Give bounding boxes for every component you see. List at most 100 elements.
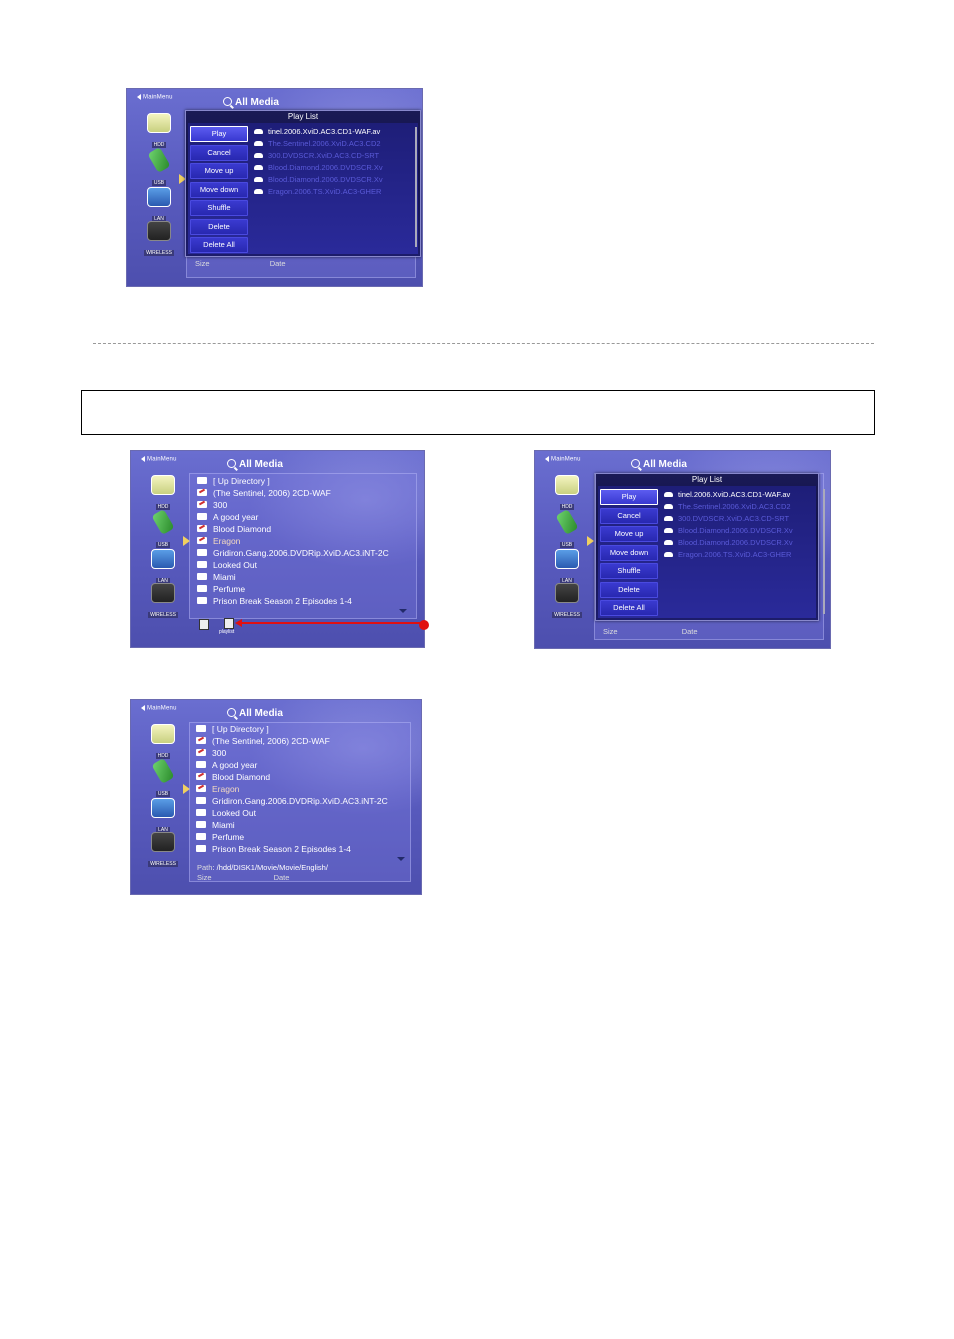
list-item[interactable]: Eragon bbox=[197, 535, 389, 547]
list-item[interactable]: Blood Diamond bbox=[197, 523, 389, 535]
playlist-item[interactable]: Blood.Diamond.2006.DVDSCR.Xv bbox=[662, 537, 793, 549]
delete-all-button[interactable]: Delete All bbox=[600, 600, 658, 616]
device-lan[interactable]: LAN bbox=[145, 549, 181, 587]
list-item-label: Miami bbox=[213, 572, 236, 582]
playlist-icon[interactable] bbox=[224, 618, 234, 629]
cancel-button[interactable]: Cancel bbox=[600, 507, 658, 524]
playlist-popup: Play List Play Cancel Move up Move down … bbox=[185, 110, 421, 257]
playlist-item[interactable]: Eragon.2006.TS.XviD.AC3-GHER bbox=[252, 186, 383, 198]
device-wireless[interactable]: WIRELESS bbox=[549, 583, 585, 621]
playlist-item[interactable]: tinel.2006.XviD.AC3.CD1-WAF.av bbox=[662, 489, 793, 501]
move-down-button[interactable]: Move down bbox=[600, 544, 658, 561]
playlist-item[interactable]: tinel.2006.XviD.AC3.CD1-WAF.av bbox=[252, 126, 383, 138]
play-button[interactable]: Play bbox=[600, 489, 658, 505]
section-divider bbox=[93, 343, 874, 344]
list-item[interactable]: 300 bbox=[196, 747, 388, 759]
list-item[interactable]: Eragon bbox=[196, 783, 388, 795]
list-item[interactable]: Gridiron.Gang.2006.DVDRip.XviD.AC3.iNT-2… bbox=[196, 795, 388, 807]
list-item[interactable]: [ Up Directory ] bbox=[196, 723, 388, 735]
list-item[interactable]: Perfume bbox=[197, 583, 389, 595]
playlist-item[interactable]: The.Sentinel.2006.XviD.AC3.CD2 bbox=[662, 501, 793, 513]
device-lan[interactable]: LAN bbox=[549, 549, 585, 587]
file-info-bar: Size Date bbox=[195, 259, 286, 269]
person-icon[interactable] bbox=[199, 619, 209, 630]
main-menu-button[interactable]: MainMenu bbox=[137, 94, 173, 101]
folder-icon bbox=[196, 761, 206, 768]
playlist-item[interactable]: Eragon.2006.TS.XviD.AC3-GHER bbox=[662, 549, 793, 561]
folder-icon bbox=[197, 513, 207, 520]
device-usb[interactable]: USB bbox=[145, 508, 181, 551]
main-menu-button[interactable]: MainMenu bbox=[545, 456, 581, 463]
device-wireless[interactable]: WIRELESS bbox=[145, 832, 181, 870]
list-item[interactable]: Looked Out bbox=[196, 807, 388, 819]
lan-icon bbox=[151, 549, 175, 569]
delete-button[interactable]: Delete bbox=[190, 218, 248, 235]
device-usb[interactable]: USB bbox=[141, 146, 177, 189]
device-label: HDD bbox=[151, 142, 167, 148]
list-item[interactable]: Miami bbox=[196, 819, 388, 831]
list-item[interactable]: (The Sentinel, 2006) 2CD-WAF bbox=[196, 735, 388, 747]
list-item[interactable]: Looked Out bbox=[197, 559, 389, 571]
page-title: All Media bbox=[223, 97, 279, 108]
device-hdd[interactable]: HDD bbox=[145, 724, 181, 762]
video-file-icon bbox=[254, 189, 263, 194]
folder-icon bbox=[196, 737, 206, 744]
list-item[interactable]: Prison Break Season 2 Episodes 1-4 bbox=[196, 843, 388, 855]
scrollbar[interactable] bbox=[823, 489, 825, 614]
playlist-item[interactable]: The.Sentinel.2006.XviD.AC3.CD2 bbox=[252, 138, 383, 150]
device-hdd[interactable]: HDD bbox=[549, 475, 585, 513]
device-hdd[interactable]: HDD bbox=[145, 475, 181, 513]
list-item[interactable]: Perfume bbox=[196, 831, 388, 843]
move-down-button[interactable]: Move down bbox=[190, 181, 248, 198]
device-lan[interactable]: LAN bbox=[141, 187, 177, 225]
list-item[interactable]: A good year bbox=[196, 759, 388, 771]
device-usb[interactable]: USB bbox=[549, 508, 585, 551]
device-label: WIRELESS bbox=[144, 250, 174, 256]
main-menu-button[interactable]: MainMenu bbox=[141, 456, 177, 463]
list-item[interactable]: [ Up Directory ] bbox=[197, 475, 389, 487]
scroll-down-icon[interactable] bbox=[399, 609, 407, 613]
folder-icon bbox=[196, 749, 206, 756]
play-button[interactable]: Play bbox=[190, 126, 248, 142]
note-box bbox=[81, 390, 875, 435]
playlist-item-label: Blood.Diamond.2006.DVDSCR.Xv bbox=[678, 538, 793, 547]
device-lan[interactable]: LAN bbox=[145, 798, 181, 836]
device-wireless[interactable]: WIRELESS bbox=[145, 583, 181, 621]
list-item[interactable]: A good year bbox=[197, 511, 389, 523]
move-up-button[interactable]: Move up bbox=[600, 526, 658, 542]
playlist-item[interactable]: Blood.Diamond.2006.DVDSCR.Xv bbox=[662, 525, 793, 537]
shuffle-button[interactable]: Shuffle bbox=[600, 563, 658, 579]
list-item[interactable]: Blood Diamond bbox=[196, 771, 388, 783]
playlist-item[interactable]: 300.DVDSCR.XviD.AC3.CD-SRT bbox=[252, 150, 383, 162]
playlist-body: Play Cancel Move up Move down Shuffle De… bbox=[188, 123, 418, 254]
device-wireless[interactable]: WIRELESS bbox=[141, 221, 177, 259]
move-up-button[interactable]: Move up bbox=[190, 163, 248, 179]
list-item[interactable]: (The Sentinel, 2006) 2CD-WAF bbox=[197, 487, 389, 499]
size-label: Size bbox=[603, 627, 618, 636]
device-label: HDD bbox=[559, 504, 575, 510]
list-item[interactable]: 300 bbox=[197, 499, 389, 511]
delete-button[interactable]: Delete bbox=[600, 581, 658, 598]
playlist-item[interactable]: 300.DVDSCR.XviD.AC3.CD-SRT bbox=[662, 513, 793, 525]
playlist-item[interactable]: Blood.Diamond.2006.DVDSCR.Xv bbox=[252, 174, 383, 186]
scroll-down-icon[interactable] bbox=[397, 857, 405, 861]
playlist-label: playlist bbox=[219, 629, 235, 635]
main-menu-button[interactable]: MainMenu bbox=[141, 705, 177, 712]
list-item[interactable]: Gridiron.Gang.2006.DVDRip.XviD.AC3.iNT-2… bbox=[197, 547, 389, 559]
search-icon bbox=[227, 708, 236, 717]
playlist-item[interactable]: Blood.Diamond.2006.DVDSCR.Xv bbox=[252, 162, 383, 174]
video-file-icon bbox=[664, 528, 673, 533]
lan-icon bbox=[151, 798, 175, 818]
device-usb[interactable]: USB bbox=[145, 757, 181, 800]
list-item[interactable]: Prison Break Season 2 Episodes 1-4 bbox=[197, 595, 389, 607]
shuffle-button[interactable]: Shuffle bbox=[190, 200, 248, 216]
device-hdd[interactable]: HDD bbox=[141, 113, 177, 151]
list-item[interactable]: Miami bbox=[197, 571, 389, 583]
list-item-label: Prison Break Season 2 Episodes 1-4 bbox=[212, 844, 351, 854]
folder-icon bbox=[196, 809, 206, 816]
page-title-text: All Media bbox=[643, 459, 687, 470]
delete-all-button[interactable]: Delete All bbox=[190, 237, 248, 253]
scrollbar[interactable] bbox=[415, 127, 417, 247]
cancel-button[interactable]: Cancel bbox=[190, 144, 248, 161]
list-item-label: Blood Diamond bbox=[213, 524, 272, 534]
